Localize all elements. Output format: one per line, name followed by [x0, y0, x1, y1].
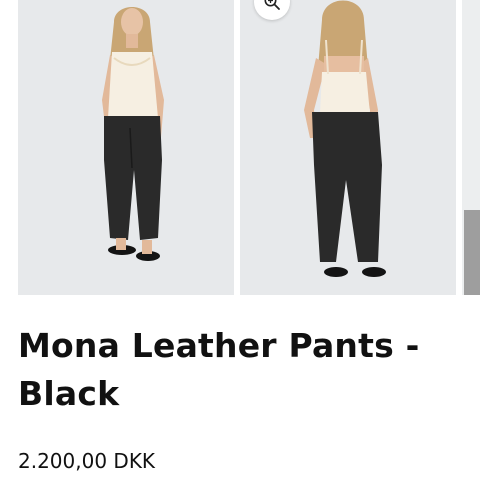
- product-photo-next[interactable]: [462, 0, 480, 295]
- product-photo-back[interactable]: [240, 0, 456, 295]
- product-price: 2.200,00 DKK: [18, 449, 156, 473]
- model-back-illustration: [240, 0, 456, 295]
- product-gallery[interactable]: [0, 0, 480, 296]
- product-title: Mona Leather Pants - Black: [18, 326, 420, 413]
- model-front-illustration: [18, 0, 234, 295]
- product-photo-front[interactable]: [18, 0, 234, 295]
- next-photo-edge: [462, 0, 480, 295]
- zoom-in-icon: [264, 0, 280, 10]
- product-page: Mona Leather Pants - Black 2.200,00 DKK: [0, 0, 480, 480]
